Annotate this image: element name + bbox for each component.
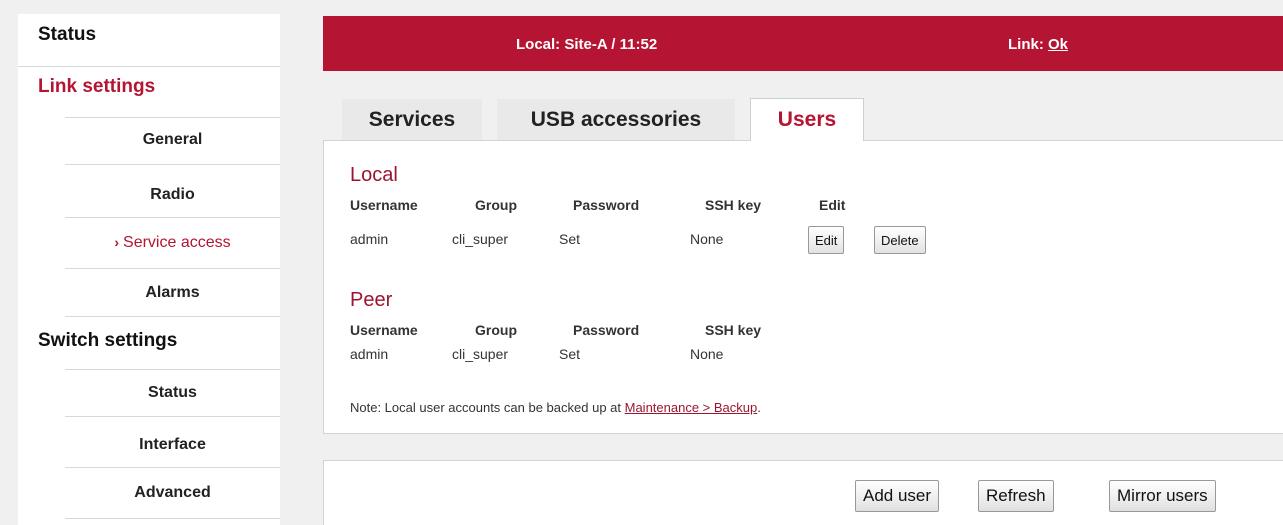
sidebar-item-switch-status[interactable]: Status	[65, 384, 280, 402]
column-header: Group	[475, 322, 517, 338]
mirror-users-button[interactable]: Mirror users	[1109, 480, 1216, 512]
local-site-time: Local: Site-A / 11:52	[516, 36, 658, 53]
chevron-right-icon: ›	[114, 234, 120, 250]
sidebar-item-alarms[interactable]: Alarms	[65, 284, 280, 302]
sidebar-item-advanced[interactable]: Advanced	[65, 484, 280, 502]
status-header: Local: Site-A / 11:52 Link: Ok	[323, 16, 1283, 71]
column-header: SSH key	[705, 322, 762, 338]
sidebar-item-switch-settings[interactable]: Switch settings	[18, 330, 280, 352]
sidebar-divider	[65, 117, 280, 118]
username-cell: admin	[350, 231, 389, 247]
sidebar-divider	[65, 518, 280, 519]
sidebar-divider	[65, 268, 280, 269]
column-header: Edit	[819, 197, 846, 213]
sidebar-divider	[65, 217, 280, 218]
link-status-ok-link[interactable]: Ok	[1048, 36, 1068, 53]
peer-section-title: Peer	[350, 289, 393, 311]
edit-user-button[interactable]: Edit	[808, 226, 845, 254]
ssh-key-cell: None	[690, 346, 724, 362]
backup-note: Note: Local user accounts can be backed …	[350, 400, 761, 415]
password-cell: Set	[559, 346, 581, 362]
sidebar-nav: Status Link settings General Radio › Serv…	[18, 14, 280, 525]
link-status: Link: Ok	[1008, 36, 1069, 53]
column-header: Group	[475, 197, 517, 213]
sidebar-divider	[65, 316, 280, 317]
sidebar-item-interface[interactable]: Interface	[65, 436, 280, 454]
delete-user-button[interactable]: Delete	[874, 226, 926, 254]
column-header: Username	[350, 322, 418, 338]
sidebar-item-general[interactable]: General	[65, 131, 280, 149]
maintenance-backup-link[interactable]: Maintenance > Backup	[625, 400, 758, 415]
sidebar-divider	[65, 416, 280, 417]
column-header: Username	[350, 197, 418, 213]
tab-services[interactable]: Services	[342, 99, 482, 140]
add-user-button[interactable]: Add user	[855, 480, 940, 512]
tab-usb-accessories[interactable]: USB accessories	[497, 99, 735, 140]
password-cell: Set	[559, 231, 581, 247]
sidebar-divider	[65, 164, 280, 165]
group-cell: cli_super	[452, 346, 509, 362]
tab-users[interactable]: Users	[750, 98, 864, 141]
ssh-key-cell: None	[690, 231, 724, 247]
group-cell: cli_super	[452, 231, 509, 247]
refresh-button[interactable]: Refresh	[978, 480, 1054, 512]
local-section-title: Local	[350, 164, 398, 186]
username-cell: admin	[350, 346, 389, 362]
sidebar-item-service-access[interactable]: › Service access	[65, 234, 280, 252]
column-header: Password	[573, 197, 640, 213]
column-header: SSH key	[705, 197, 762, 213]
column-header: Password	[573, 322, 640, 338]
users-panel: Local Username Group Password SSH key Ed…	[323, 140, 1283, 434]
sidebar-divider	[65, 467, 280, 468]
sidebar-divider	[65, 369, 280, 370]
sidebar-item-status[interactable]: Status	[18, 24, 280, 46]
sidebar-divider	[18, 66, 280, 67]
action-bar: Add user Refresh Mirror users	[323, 460, 1283, 525]
sidebar-item-link-settings[interactable]: Link settings	[18, 76, 280, 98]
sidebar-item-radio[interactable]: Radio	[65, 186, 280, 204]
